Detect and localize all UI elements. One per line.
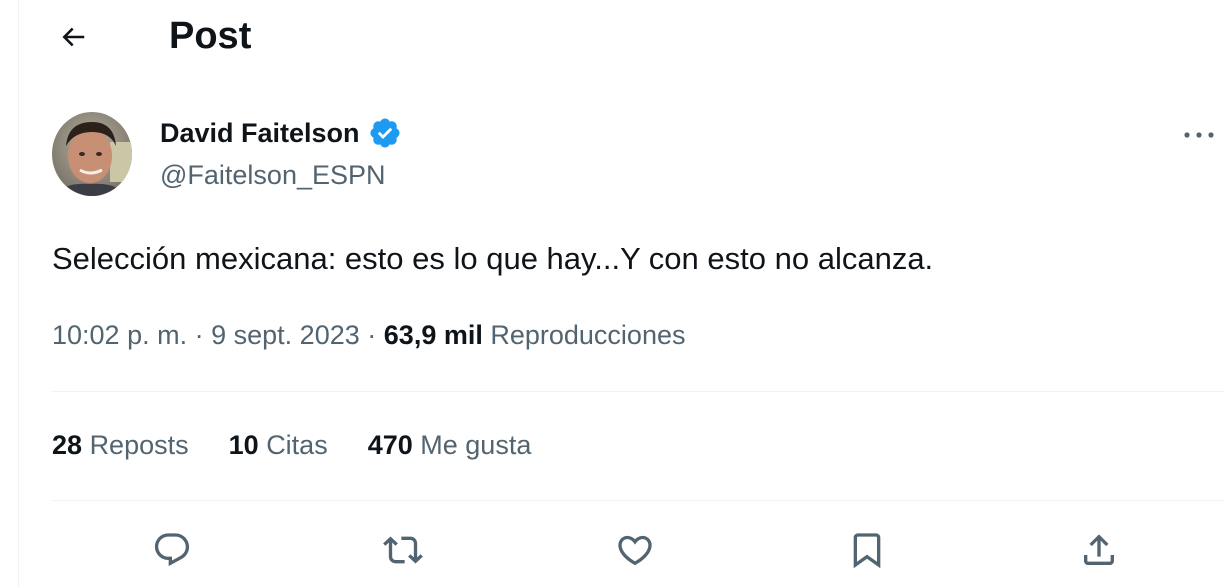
column-border [18, 0, 19, 587]
like-button[interactable] [609, 524, 661, 576]
back-button[interactable] [50, 14, 96, 60]
author-name[interactable]: David Faitelson [160, 116, 402, 150]
like-icon [618, 535, 652, 566]
verified-badge-icon[interactable] [368, 116, 402, 150]
more-horizontal-icon [1184, 132, 1214, 138]
repost-icon [383, 536, 423, 564]
page-title: Post [169, 15, 252, 57]
action-bar [0, 520, 1224, 580]
avatar[interactable] [52, 112, 132, 196]
post-page: Post David Faitelson @Faitelson_ESPN Sel… [0, 0, 1224, 587]
post-text: Selección mexicana: esto es lo que hay..… [52, 241, 934, 276]
repost-button[interactable] [377, 524, 429, 576]
post-date[interactable]: 9 sept. 2023 [211, 320, 360, 350]
stat-count: 10 [228, 430, 259, 460]
stat-label: Me gusta [420, 430, 532, 460]
stat-quotes[interactable]: 10 Citas [229, 428, 328, 462]
post-time[interactable]: 10:02 p. m. [52, 320, 187, 350]
share-icon [1084, 534, 1114, 565]
stat-likes[interactable]: 470 Me gusta [368, 428, 532, 462]
author-handle[interactable]: @Faitelson_ESPN [160, 158, 386, 192]
bookmark-button[interactable] [841, 524, 893, 576]
stat-count: 470 [367, 430, 413, 460]
author-name-text: David Faitelson [160, 118, 360, 148]
avatar-image [52, 112, 132, 196]
stat-label: Reposts [89, 430, 189, 460]
arrow-left-icon [62, 27, 85, 47]
reply-button[interactable] [146, 524, 198, 576]
meta-separator: · [367, 320, 377, 350]
stat-label: Citas [266, 430, 328, 460]
bookmark-icon [853, 533, 881, 569]
post-meta: 10:02 p. m. · 9 sept. 2023 · 63,9 mil Re… [52, 318, 685, 352]
stat-count: 28 [52, 430, 83, 460]
header: Post [0, 0, 1224, 72]
meta-separator: · [194, 320, 204, 350]
reply-icon [154, 533, 190, 567]
divider [52, 391, 1224, 392]
views-count: 63,9 mil [383, 320, 483, 350]
divider [52, 500, 1224, 501]
share-button[interactable] [1073, 524, 1125, 576]
more-options-button[interactable] [1176, 118, 1222, 152]
post-stats: 28 Reposts 10 Citas 470 Me gusta [52, 428, 571, 462]
stat-reposts[interactable]: 28 Reposts [52, 428, 189, 462]
views-label: Reproducciones [490, 320, 686, 350]
